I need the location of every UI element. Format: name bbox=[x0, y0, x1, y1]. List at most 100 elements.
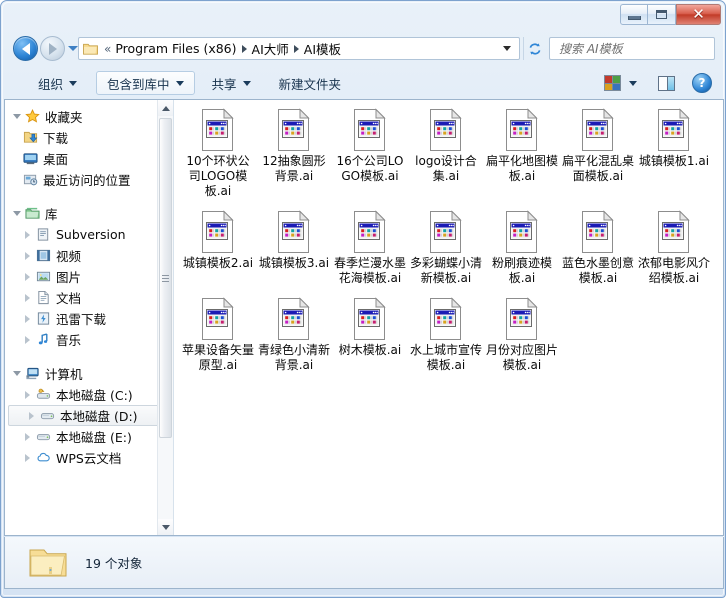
sidebar-item-thunder-download[interactable]: 迅雷下载 bbox=[5, 308, 173, 329]
toolbar-organize-button[interactable]: 组织 bbox=[27, 71, 88, 95]
expander-closed-icon[interactable] bbox=[22, 334, 33, 345]
expander-closed-icon[interactable] bbox=[22, 389, 33, 400]
breadcrumb-separator-1[interactable] bbox=[293, 44, 299, 53]
file-item[interactable]: 苹果设备矢量原型.ai bbox=[180, 297, 256, 373]
expander-closed-icon[interactable] bbox=[22, 313, 33, 324]
sidebar-label-pictures: 图片 bbox=[56, 270, 82, 285]
preview-pane-button[interactable] bbox=[653, 71, 679, 95]
refresh-button[interactable] bbox=[523, 37, 546, 60]
file-name-label: 城镇模板1.ai bbox=[638, 154, 710, 168]
recent-places-icon bbox=[22, 172, 38, 188]
file-item[interactable]: 多彩蝴蝶小清新模板.ai bbox=[408, 210, 484, 286]
toolbar-include-in-library-button[interactable]: 包含到库中 bbox=[96, 71, 195, 95]
expander-closed-icon[interactable] bbox=[22, 292, 33, 303]
sidebar-item-wps-cloud[interactable]: WPS云文档 bbox=[5, 447, 173, 468]
sidebar-item-libraries[interactable]: 库 bbox=[5, 203, 173, 224]
sidebar-label-thunder-download: 迅雷下载 bbox=[56, 312, 107, 327]
expander-closed-icon[interactable] bbox=[22, 271, 33, 282]
sidebar-item-drive-e[interactable]: 本地磁盘 (E:) bbox=[5, 426, 173, 447]
file-item[interactable]: 蓝色水墨创意模板.ai bbox=[560, 210, 636, 286]
file-item[interactable]: 10个环状公司LOGO模板.ai bbox=[180, 108, 256, 199]
preview-pane-icon bbox=[657, 75, 675, 91]
breadcrumb-separator-0[interactable] bbox=[241, 44, 247, 53]
expander-open-icon[interactable] bbox=[11, 111, 22, 122]
expander-closed-icon[interactable] bbox=[22, 452, 33, 463]
file-item[interactable]: logo设计合集.ai bbox=[408, 108, 484, 199]
file-item[interactable]: 青绿色小清新背景.ai bbox=[256, 297, 332, 373]
file-item[interactable]: 粉刷痕迹模板.ai bbox=[484, 210, 560, 286]
expander-closed-icon[interactable] bbox=[22, 431, 33, 442]
file-name-label: 16个公司LOGO模板.ai bbox=[336, 154, 404, 183]
address-overflow-chevron[interactable]: « bbox=[104, 42, 111, 56]
expander-open-icon[interactable] bbox=[11, 368, 22, 379]
file-item[interactable]: 扁平化混乱桌面模板.ai bbox=[560, 108, 636, 199]
help-button[interactable]: ? bbox=[689, 71, 715, 95]
view-options-button[interactable] bbox=[599, 71, 625, 95]
scroll-down-button[interactable] bbox=[158, 519, 173, 535]
ai-file-icon bbox=[354, 210, 386, 253]
recent-pages-dropdown[interactable] bbox=[68, 46, 78, 51]
file-item[interactable]: 城镇模板1.ai bbox=[636, 108, 712, 199]
file-item[interactable]: 城镇模板3.ai bbox=[256, 210, 332, 286]
sidebar-item-downloads[interactable]: 下载 bbox=[5, 127, 173, 148]
video-icon bbox=[35, 248, 51, 264]
search-box[interactable] bbox=[549, 37, 715, 60]
toolbar-new-folder-label: 新建文件夹 bbox=[278, 76, 342, 92]
library-icon bbox=[24, 206, 40, 222]
sidebar-label-recent-places: 最近访问的位置 bbox=[43, 173, 131, 188]
expander-open-icon[interactable] bbox=[11, 208, 22, 219]
sidebar-item-recent-places[interactable]: 最近访问的位置 bbox=[5, 169, 173, 190]
file-item[interactable]: 城镇模板2.ai bbox=[180, 210, 256, 286]
address-bar[interactable]: « Program Files (x86) AI大师 AI模板 bbox=[78, 37, 520, 60]
close-button[interactable]: ✕ bbox=[676, 4, 721, 25]
expander-closed-icon[interactable] bbox=[22, 229, 33, 240]
view-options-chevron-down-icon[interactable] bbox=[629, 80, 637, 86]
file-item[interactable]: 树木模板.ai bbox=[332, 297, 408, 373]
file-item[interactable]: 12抽象圆形背景.ai bbox=[256, 108, 332, 199]
file-item[interactable]: 水上城市宣传模板.ai bbox=[408, 297, 484, 373]
sidebar-item-documents[interactable]: 文档 bbox=[5, 287, 173, 308]
file-name-label: logo设计合集.ai bbox=[415, 154, 477, 183]
file-list-pane[interactable]: 10个环状公司LOGO模板.ai 12抽象圆形背景.ai 16个公司LOGO模板… bbox=[174, 100, 723, 535]
toolbar-organize-label: 组织 bbox=[38, 76, 64, 92]
search-input[interactable] bbox=[557, 40, 709, 57]
sidebar-item-computer[interactable]: 计算机 bbox=[5, 363, 173, 384]
navigation-pane-scrollbar[interactable] bbox=[157, 100, 173, 535]
folder-icon bbox=[29, 549, 67, 576]
breadcrumb-item-2[interactable]: AI模板 bbox=[304, 39, 341, 58]
forward-button[interactable] bbox=[40, 36, 65, 61]
maximize-button[interactable] bbox=[648, 4, 676, 25]
file-item[interactable]: 浓郁电影风介绍模板.ai bbox=[636, 210, 712, 286]
scroll-up-button[interactable] bbox=[158, 100, 173, 116]
sidebar-item-music[interactable]: 音乐 bbox=[5, 329, 173, 350]
scrollbar-thumb[interactable] bbox=[159, 118, 172, 438]
file-item[interactable]: 月份对应图片模板.ai bbox=[484, 297, 560, 373]
address-dropdown-icon[interactable] bbox=[503, 46, 511, 51]
file-icon bbox=[580, 210, 616, 254]
back-button[interactable] bbox=[13, 36, 38, 61]
breadcrumb-item-1[interactable]: AI大师 bbox=[252, 39, 289, 58]
system-drive-icon bbox=[35, 387, 51, 403]
sidebar-item-desktop[interactable]: 桌面 bbox=[5, 148, 173, 169]
sidebar-label-favorites: 收藏夹 bbox=[45, 110, 83, 125]
expander-closed-icon[interactable] bbox=[22, 250, 33, 261]
sidebar-label-documents: 文档 bbox=[56, 291, 82, 306]
sidebar-item-pictures[interactable]: 图片 bbox=[5, 266, 173, 287]
minimize-button[interactable] bbox=[620, 4, 648, 25]
toolbar-new-folder-button[interactable]: 新建文件夹 bbox=[268, 71, 353, 95]
file-item[interactable]: 春季烂漫水墨花海模板.ai bbox=[332, 210, 408, 286]
ai-file-icon bbox=[658, 210, 690, 253]
forward-arrow-icon bbox=[48, 42, 57, 55]
sidebar-item-subversion[interactable]: Subversion bbox=[5, 224, 173, 245]
file-item[interactable]: 扁平化地图模板.ai bbox=[484, 108, 560, 199]
breadcrumb-item-0[interactable]: Program Files (x86) bbox=[115, 41, 236, 56]
sidebar-item-videos[interactable]: 视频 bbox=[5, 245, 173, 266]
sidebar-item-favorites[interactable]: 收藏夹 bbox=[5, 106, 173, 127]
sidebar-item-drive-c[interactable]: 本地磁盘 (C:) bbox=[5, 384, 173, 405]
expander-closed-icon[interactable] bbox=[26, 410, 37, 421]
sidebar-item-drive-d[interactable]: 本地磁盘 (D:) bbox=[8, 405, 169, 426]
toolbar-share-button[interactable]: 共享 bbox=[201, 71, 262, 95]
file-name-label: 苹果设备矢量原型.ai bbox=[181, 343, 254, 372]
file-item[interactable]: 16个公司LOGO模板.ai bbox=[332, 108, 408, 199]
